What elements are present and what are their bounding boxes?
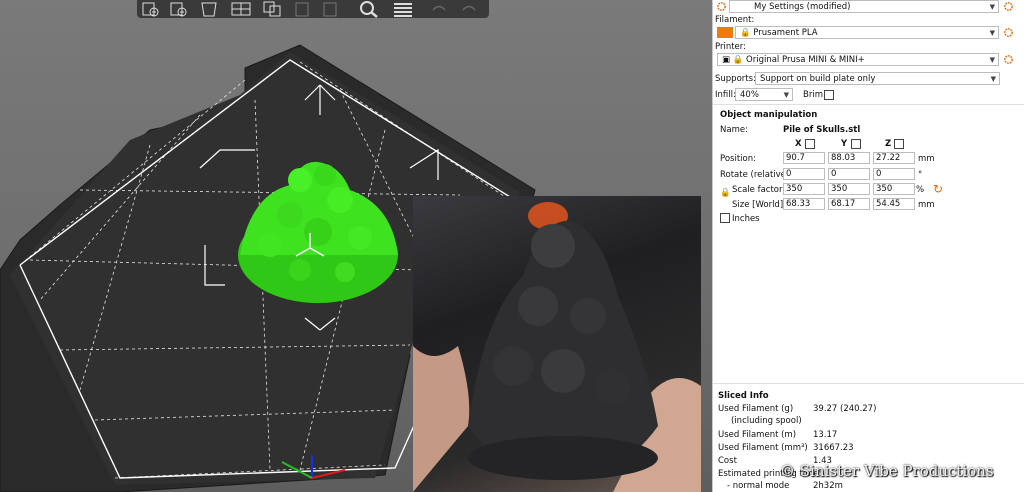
reset-scale-icon[interactable]: ↻ <box>933 182 943 196</box>
filament-edit-icon[interactable] <box>1003 27 1014 38</box>
top-toolbar <box>137 0 489 18</box>
chevron-down-icon: ▼ <box>990 75 996 83</box>
add-object-icon[interactable] <box>139 0 163 18</box>
filament-combo[interactable]: 🔒 Prusament PLA ▼ <box>735 26 999 39</box>
rotate-x-input[interactable]: 0 <box>783 168 825 180</box>
brim-label: Brim: <box>803 90 826 100</box>
rotate-z-input[interactable]: 0 <box>873 168 915 180</box>
filament-color-swatch[interactable] <box>717 27 733 38</box>
print-settings-combo[interactable]: My Settings (modified) ▼ <box>729 0 999 13</box>
rotate-label: Rotate (relative): <box>720 170 793 180</box>
chevron-down-icon: ▼ <box>989 3 995 11</box>
scale-z-input[interactable]: 350 <box>873 183 915 195</box>
position-z-input[interactable]: 27.22 <box>873 152 915 164</box>
infill-label: Infill: <box>715 90 736 100</box>
position-y-input[interactable]: 88.03 <box>828 152 870 164</box>
inches-label: Inches <box>732 214 760 224</box>
rotate-y-input[interactable]: 0 <box>828 168 870 180</box>
scale-label: Scale factors: <box>732 185 790 195</box>
delete-all-icon[interactable] <box>197 0 221 18</box>
sliced-row-label: Used Filament (g) <box>718 404 794 414</box>
chevron-down-icon: ▼ <box>989 56 995 64</box>
scale-y-input[interactable]: 350 <box>828 183 870 195</box>
arrange-icon[interactable] <box>229 0 253 18</box>
3d-viewport[interactable] <box>0 0 712 492</box>
sliced-row-label: Cost <box>718 456 737 466</box>
inches-checkbox[interactable] <box>720 213 730 223</box>
position-label: Position: <box>720 154 756 164</box>
rotate-unit: ° <box>918 170 923 180</box>
object-manipulation-title: Object manipulation <box>720 110 818 120</box>
supports-combo[interactable]: Support on build plate only ▼ <box>755 72 1000 85</box>
remove-object-icon[interactable] <box>167 0 191 18</box>
printer-combo[interactable]: ▣ 🔒 Original Prusa MINI & MINI+ ▼ <box>717 53 999 66</box>
axis-z-lock-icon[interactable] <box>894 139 904 149</box>
scale-unit: % <box>916 185 925 195</box>
size-z-input[interactable]: 54.45 <box>873 198 915 210</box>
divider <box>713 104 1024 105</box>
axis-y-lock-icon[interactable] <box>851 139 861 149</box>
settings-panel: My Settings (modified) ▼ Filament: 🔒 Prus… <box>712 0 1024 492</box>
redo-icon[interactable] <box>457 0 481 18</box>
sliced-row-label: - normal mode <box>727 481 790 491</box>
divider <box>713 383 1024 384</box>
layers-icon[interactable] <box>391 0 415 18</box>
sliced-row-value: 39.27 (240.27) <box>813 404 877 414</box>
scale-x-input[interactable]: 350 <box>783 183 825 195</box>
size-unit: mm <box>918 200 935 210</box>
axis-y-label: Y <box>841 139 848 149</box>
sliced-row-value: 2h32m <box>813 481 843 491</box>
size-y-input[interactable]: 68.17 <box>828 198 870 210</box>
printer-edit-icon[interactable] <box>1003 54 1014 65</box>
watermark: © Sinister Vibe Productions <box>780 462 994 480</box>
filament-label: Filament: <box>715 15 755 25</box>
supports-value: Support on build plate only <box>760 74 876 84</box>
sliced-row-value: 13.17 <box>813 430 838 440</box>
printer-icon: ▣ <box>722 55 731 65</box>
sliced-row-value: 31667.23 <box>813 443 854 453</box>
axis-x-lock-icon[interactable] <box>805 139 815 149</box>
size-x-input[interactable]: 68.33 <box>783 198 825 210</box>
brim-checkbox[interactable] <box>824 90 834 100</box>
print-settings-edit-icon[interactable] <box>1003 1 1014 12</box>
sliced-row-label: (including spool) <box>731 416 802 426</box>
printed-model-photo <box>413 196 701 492</box>
print-settings-gear-icon <box>717 2 726 11</box>
sliced-info-title: Sliced Info <box>718 391 769 401</box>
undo-icon[interactable] <box>427 0 451 18</box>
axis-x-label: X <box>795 139 802 149</box>
infill-value: 40% <box>740 90 759 100</box>
sliced-row-label: Used Filament (m) <box>718 430 797 440</box>
sliced-row-label: Used Filament (mm³) <box>718 443 808 453</box>
lock-icon: 🔒 <box>732 55 744 65</box>
chevron-down-icon: ▼ <box>989 29 995 37</box>
scale-lock-icon[interactable]: 🔒 <box>720 188 731 198</box>
copy-icon[interactable] <box>261 0 285 18</box>
print-settings-value: My Settings (modified) <box>754 2 851 12</box>
position-unit: mm <box>918 154 935 164</box>
lock-icon: 🔒 <box>740 28 751 38</box>
object-name-label: Name: <box>720 125 748 135</box>
chevron-down-icon: ▼ <box>783 91 789 99</box>
filament-value: Prusament PLA <box>753 28 818 38</box>
size-label: Size [World]: <box>732 200 787 210</box>
axis-z-label: Z <box>885 139 892 149</box>
printer-value: Original Prusa MINI & MINI+ <box>746 55 865 65</box>
printer-label: Printer: <box>715 42 746 52</box>
add-instance-icon[interactable] <box>319 0 343 18</box>
object-name-value: Pile of Skulls.stl <box>783 125 861 135</box>
search-icon[interactable] <box>357 0 381 18</box>
position-x-input[interactable]: 90.7 <box>783 152 825 164</box>
paste-icon[interactable] <box>291 0 315 18</box>
supports-label: Supports: <box>715 74 756 84</box>
infill-combo[interactable]: 40% ▼ <box>735 88 793 101</box>
